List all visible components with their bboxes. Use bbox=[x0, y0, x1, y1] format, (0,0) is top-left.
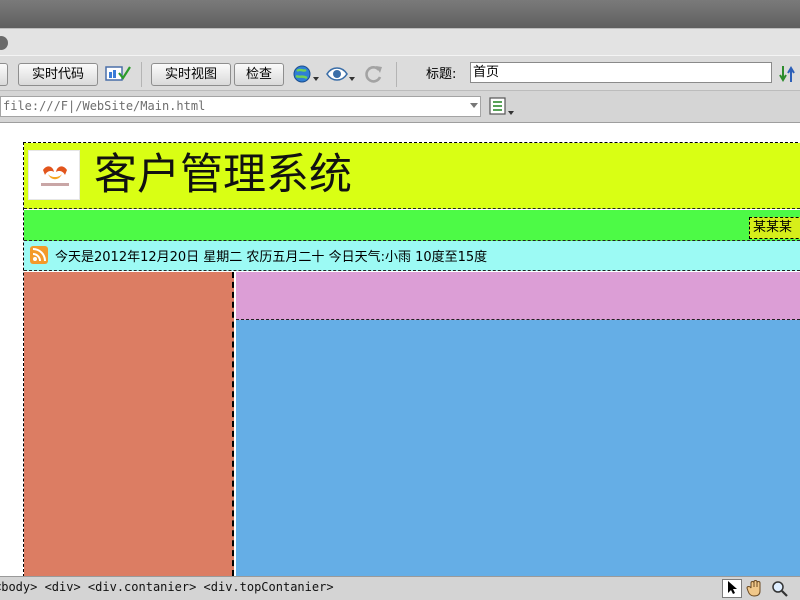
site-title: 客户管理系统 bbox=[94, 150, 352, 200]
rss-icon bbox=[30, 246, 48, 264]
document-title-input[interactable]: 首页 bbox=[470, 62, 772, 83]
user-name-box: 某某某 bbox=[749, 217, 800, 239]
live-view-button[interactable]: 实时视图 bbox=[151, 63, 231, 86]
chevron-down-icon[interactable] bbox=[470, 103, 478, 108]
tag-selector-breadcrumb[interactable]: <body> <div> <div.contanier> <div.topCon… bbox=[0, 580, 334, 594]
window-titlebar bbox=[0, 0, 800, 28]
pointer-tool-icon[interactable] bbox=[722, 579, 742, 598]
window-control-icon[interactable] bbox=[0, 36, 8, 50]
live-code-button[interactable]: 实时代码 bbox=[18, 63, 98, 86]
nav-bar: 某某某 bbox=[24, 210, 800, 241]
left-column bbox=[24, 272, 234, 576]
preview-browser-icon[interactable] bbox=[291, 63, 321, 85]
company-logo bbox=[28, 150, 80, 200]
design-view-button[interactable] bbox=[0, 63, 8, 86]
file-management-icon[interactable] bbox=[778, 63, 800, 85]
url-text: file:///F|/WebSite/Main.html bbox=[3, 99, 206, 113]
design-canvas[interactable]: 客户管理系统 某某某 今天是2012年12月20日 星期二 农历五月二十 今日天… bbox=[0, 124, 800, 576]
inspect-button[interactable]: 检查 bbox=[234, 63, 284, 86]
url-input[interactable]: file:///F|/WebSite/Main.html bbox=[0, 96, 481, 117]
document-tab-strip bbox=[0, 28, 800, 55]
toolbar-separator bbox=[396, 62, 397, 87]
refresh-icon[interactable] bbox=[363, 63, 385, 85]
toolbar-separator bbox=[141, 62, 142, 87]
info-bar: 今天是2012年12月20日 星期二 农历五月二十 今日天气:小雨 10度至15… bbox=[24, 241, 800, 271]
title-label: 标题: bbox=[426, 67, 457, 82]
hand-tool-icon[interactable] bbox=[745, 579, 765, 598]
address-bar: file:///F|/WebSite/Main.html bbox=[0, 91, 800, 123]
date-weather-text: 今天是2012年12月20日 星期二 农历五月二十 今日天气:小雨 10度至15… bbox=[55, 250, 488, 265]
browser-options-icon[interactable] bbox=[488, 95, 516, 117]
check-browser-compat-icon[interactable] bbox=[104, 63, 132, 85]
right-column bbox=[236, 272, 800, 576]
page-header: 客户管理系统 bbox=[24, 143, 800, 209]
visual-aids-icon[interactable] bbox=[325, 63, 357, 85]
right-top-band bbox=[236, 272, 800, 320]
status-bar: <body> <div> <div.contanier> <div.topCon… bbox=[0, 576, 800, 600]
zoom-tool-icon[interactable] bbox=[770, 579, 790, 598]
